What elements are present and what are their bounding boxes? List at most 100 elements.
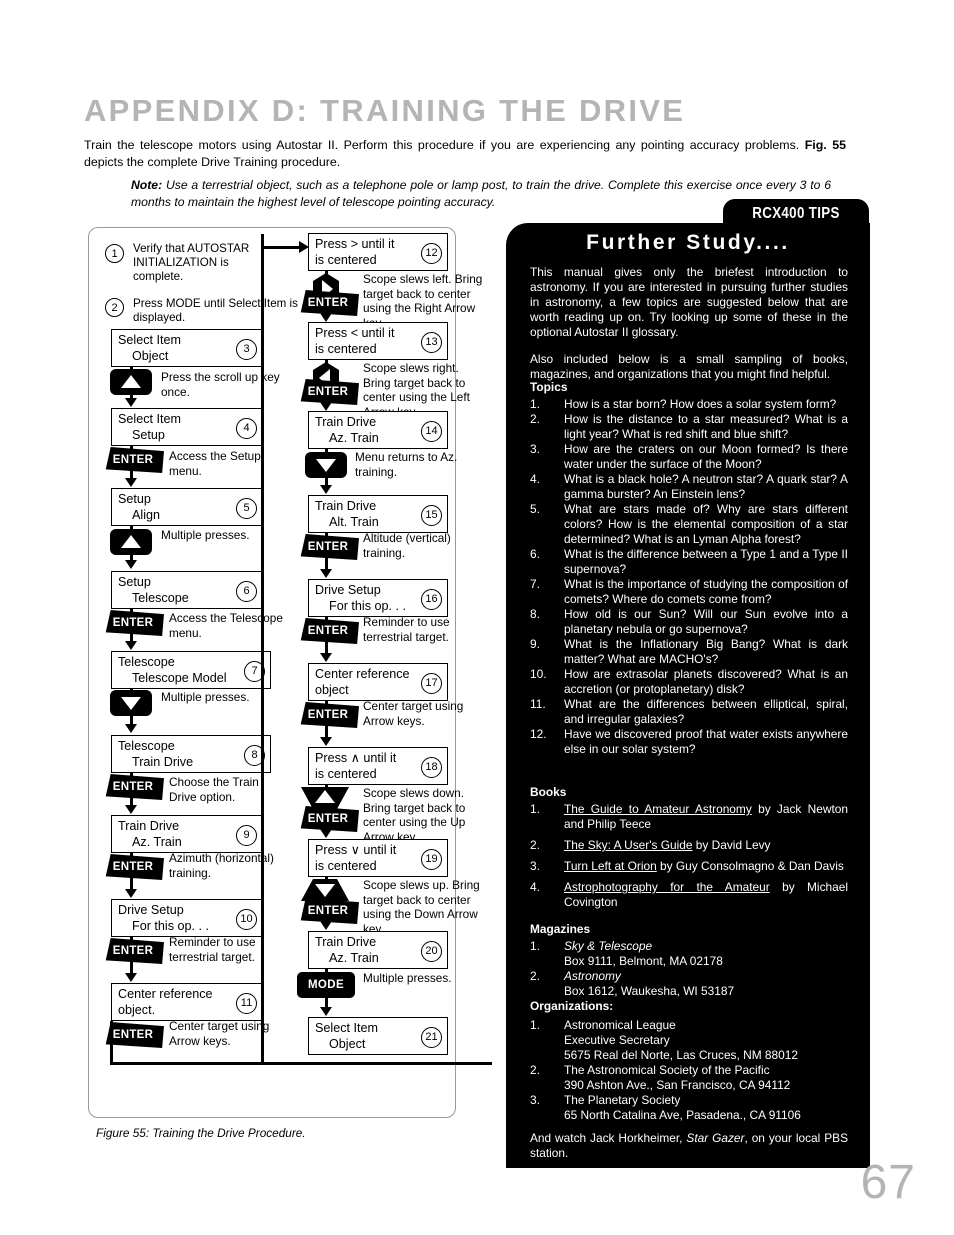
books-heading: Books [530, 785, 567, 799]
lcd-box-11: Center reference object. 11 [111, 983, 263, 1021]
step-marker-5: 5 [236, 498, 257, 519]
organization-item: 3. The Planetary Society 65 North Catalina… [530, 1093, 848, 1123]
list-marker: 7. [530, 577, 540, 591]
topic-text: Have we discovered proof that water exis… [564, 727, 848, 756]
lcd-line2-21: Object [329, 1037, 366, 1051]
book-item: 2. The Sky: A User's Guide by David Levy [530, 838, 848, 853]
tips-paragraph-1: This manual gives only the briefest intr… [530, 265, 848, 339]
lcd-line1-20: Train Drive [315, 935, 377, 949]
topic-item: 11. What are the differences between elli… [530, 697, 848, 727]
step-note-4: Access the Setup menu. [169, 449, 261, 478]
lcd-line2-5: Align [132, 508, 161, 522]
step-marker-17: 17 [421, 673, 442, 694]
list-marker: 8. [530, 607, 540, 621]
tips-closing-paragraph: And watch Jack Horkheimer, Star Gazer, o… [530, 1131, 848, 1161]
book-title: The Guide to Amateur Astronomy [564, 802, 752, 816]
topic-item: 10. How are extrasolar planets discovered… [530, 667, 848, 697]
book-author: by Guy Consolmagno & Dan Davis [656, 859, 844, 873]
lcd-line1-7: Telescope [118, 655, 175, 669]
enter-key-icon-8: ENTER [105, 774, 164, 800]
lcd-line2-8: Train Drive [132, 755, 194, 769]
step-marker-3: 3 [236, 339, 257, 360]
scroll-up-key-icon-5 [110, 529, 152, 555]
organization-name: The Astronomical Society of the Pacific [564, 1063, 770, 1077]
lcd-box-13: Press < until it is centered 13 [308, 322, 448, 360]
enter-key-icon-9: ENTER [105, 854, 164, 880]
topic-item: 8. How old is our Sun? Will our Sun evolv… [530, 607, 848, 637]
topic-item: 2. How is the distance to a star measured… [530, 412, 848, 442]
lcd-box-5: Setup Align 5 [111, 488, 263, 526]
lcd-line1-14: Train Drive [315, 415, 377, 429]
lcd-line2-12: is centered [315, 253, 377, 267]
lcd-line1-10: Drive Setup [118, 903, 184, 917]
page-number: 67 [860, 1156, 916, 1209]
scroll-up-key-icon-3 [110, 369, 152, 395]
enter-key-icon-12: ENTER [300, 290, 359, 316]
list-marker: 1. [530, 1018, 540, 1032]
connector-arrow-6-7 [125, 641, 137, 650]
step-marker-2: 2 [105, 298, 124, 317]
step-note-14: Menu returns to Az. training. [355, 450, 458, 479]
lcd-line2-15: Alt. Train [329, 515, 379, 529]
further-study-panel: Further Study.... This manual gives only… [506, 223, 870, 1168]
lcd-box-7: Telescope Telescope Model 7 [111, 651, 271, 689]
intro-text-a: Train the telescope motors using Autosta… [84, 138, 805, 152]
intro-text-b: depicts the complete Drive Training proc… [84, 154, 341, 169]
lcd-box-18: Press ∧ until it is centered 18 [308, 747, 448, 785]
topic-item: 1. How is a star born? How does a solar s… [530, 397, 848, 412]
list-marker: 4. [530, 880, 540, 894]
step-note-17: Center target using Arrow keys. [363, 699, 464, 728]
lcd-line1-21: Select Item [315, 1021, 378, 1035]
magazine-address: Box 1612, Waukesha, WI 53187 [564, 984, 735, 998]
list-marker: 2. [530, 969, 540, 983]
topic-text: What is a black hole? A neutron star? A … [564, 472, 848, 501]
topic-text: How are the craters on our Moon formed? … [564, 442, 848, 471]
page-title: APPENDIX D: TRAINING THE DRIVE [84, 93, 686, 128]
magazine-address: Box 9111, Belmont, MA 02178 [564, 954, 723, 968]
lcd-line1-17: Center reference [315, 667, 410, 681]
step-marker-20: 20 [421, 941, 442, 962]
magazine-item: 1. Sky & Telescope Box 9111, Belmont, MA 0… [530, 939, 848, 969]
closing-star-gazer: Star Gazer [686, 1131, 745, 1145]
lcd-line2-16: For this op. . . [329, 599, 406, 613]
topic-item: 7. What is the importance of studying the… [530, 577, 848, 607]
organization-item: 2. The Astronomical Society of the Pacifi… [530, 1063, 848, 1093]
step-marker-1: 1 [105, 244, 124, 263]
flowchart-figure: 1 Verify that AUTOSTAR INITIALIZATION is… [88, 227, 492, 1118]
enter-key-icon-19: ENTER [300, 898, 359, 924]
topic-item: 4. What is a black hole? A neutron star? … [530, 472, 848, 502]
step-note-8: Choose the Train Drive option. [169, 775, 259, 804]
topic-text: What is the Inflationary Big Bang? What … [564, 637, 848, 666]
list-marker: 3. [530, 442, 540, 456]
lcd-line1-13: Press < until it [315, 326, 395, 340]
enter-key-icon-10: ENTER [105, 938, 164, 964]
topics-list: 1. How is a star born? How does a solar s… [530, 397, 848, 757]
magazines-list: 1. Sky & Telescope Box 9111, Belmont, MA 0… [530, 939, 848, 999]
connector-arrow-10-11 [125, 973, 137, 982]
tips-title: Further Study.... [586, 231, 790, 254]
lcd-box-9: Train Drive Az. Train 9 [111, 815, 263, 853]
magazine-name: Sky & Telescope [564, 939, 653, 953]
step-text-1: Verify that AUTOSTAR INITIALIZATION is c… [133, 242, 250, 284]
book-title: Turn Left at Orion [564, 859, 657, 873]
step-marker-21: 21 [421, 1027, 442, 1048]
topic-text: How is a star born? How does a solar sys… [564, 397, 837, 411]
step-note-16: Reminder to use terrestrial target. [363, 615, 450, 644]
step-marker-19: 19 [421, 849, 442, 870]
lcd-line1-16: Drive Setup [315, 583, 381, 597]
lcd-box-12: Press > until it is centered 12 [308, 233, 448, 271]
topic-item: 6. What is the difference between a Type … [530, 547, 848, 577]
organizations-heading: Organizations: [530, 999, 614, 1013]
topic-text: What are the differences between ellipti… [564, 697, 848, 726]
list-marker: 10. [530, 667, 547, 681]
list-marker: 1. [530, 397, 540, 411]
page-root: APPENDIX D: TRAINING THE DRIVE Train the… [0, 0, 954, 1235]
connector-arrow-16-17 [320, 653, 332, 662]
lcd-box-16: Drive Setup For this op. . . 16 [308, 579, 448, 617]
list-marker: 5. [530, 502, 540, 516]
down-arrow-key-icon-19 [301, 879, 349, 901]
lcd-line2-14: Az. Train [329, 431, 379, 445]
lcd-box-3: Select Item Object 3 [111, 329, 263, 367]
tips-paragraph-2: Also included below is a small sampling … [530, 352, 848, 381]
books-list: 1. The Guide to Amateur Astronomy by Jack… [530, 802, 848, 916]
